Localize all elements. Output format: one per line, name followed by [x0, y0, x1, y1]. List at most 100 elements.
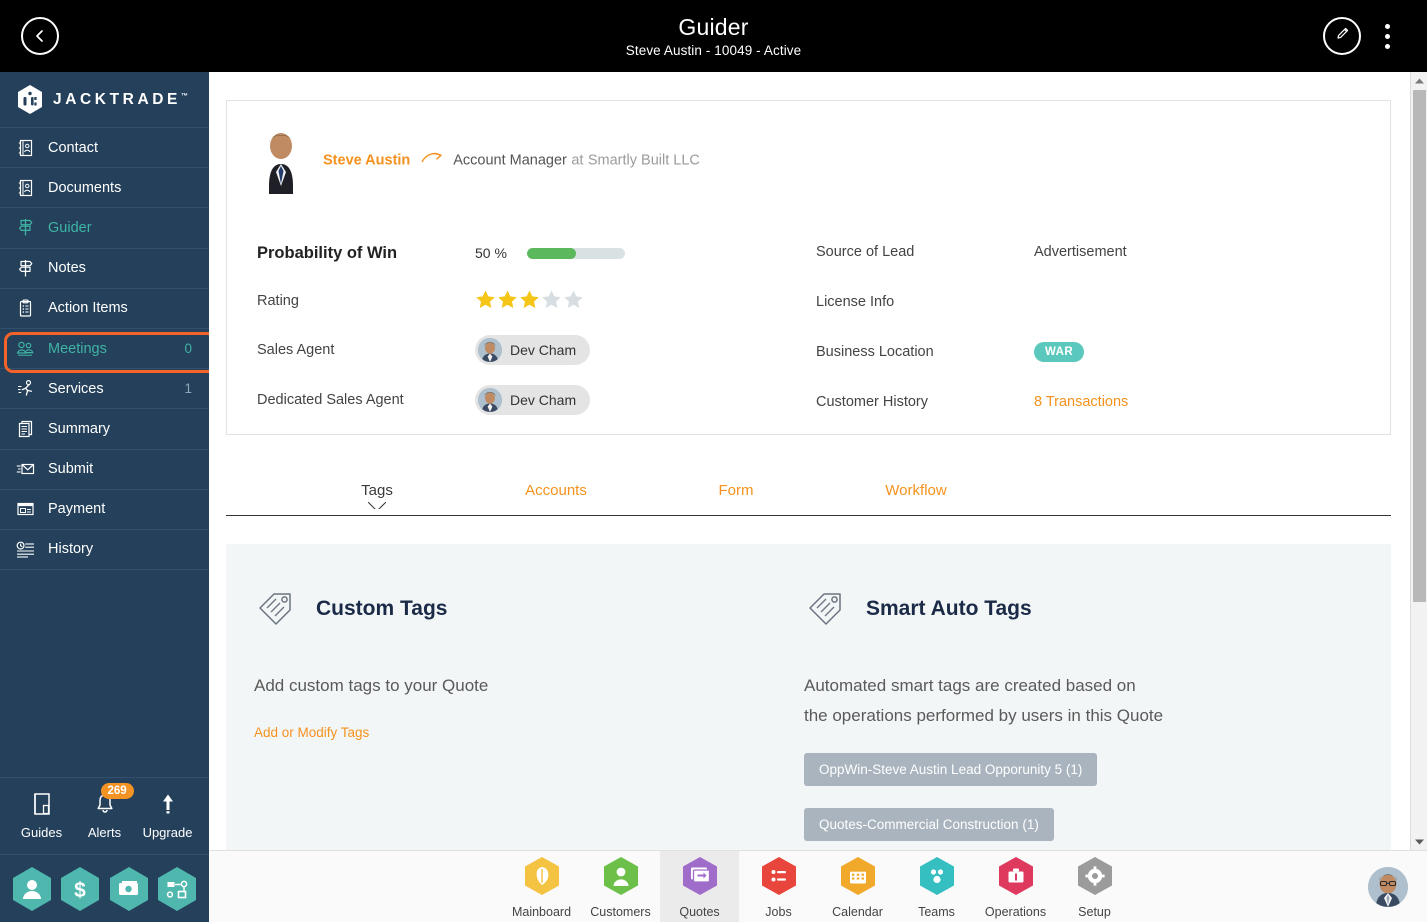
sidebar-item-count: 1 [184, 381, 192, 397]
calendar-icon [837, 855, 879, 902]
sidebar-item-services[interactable]: Services 1 [0, 369, 209, 410]
main-scrollbar[interactable] [1410, 72, 1427, 850]
sidebar-item-label: Submit [48, 461, 94, 478]
star-icon[interactable] [519, 289, 540, 314]
smart-auto-tag[interactable]: OppWin-Steve Austin Lead Opporunity 5 (1… [804, 753, 1098, 786]
bottom-nav-teams[interactable]: Teams [897, 851, 976, 922]
history-clock-icon [16, 540, 35, 559]
scrollbar-thumb[interactable] [1413, 90, 1426, 602]
sidebar-item-label: Meetings [48, 340, 107, 357]
quick-action-money[interactable] [108, 866, 150, 912]
bottom-nav-calendar[interactable]: Calendar [818, 851, 897, 922]
tab-accounts[interactable]: Accounts [496, 472, 616, 499]
bottom-nav-label: Mainboard [511, 905, 572, 919]
sidebar-item-label: History [48, 541, 94, 558]
field-row: License Info [816, 277, 1336, 327]
content-tabs: Tags Accounts Form Workflow [226, 472, 1391, 516]
quotes-icon [679, 855, 721, 902]
tab-workflow[interactable]: Workflow [856, 472, 976, 499]
svg-text:$: $ [75, 879, 87, 902]
smart-auto-tag[interactable]: Quotes-Commercial Construction (1) [804, 808, 1054, 841]
brand-name: JACKTRADE™ [53, 90, 188, 108]
sidebar-item-action-items[interactable]: Action Items [0, 289, 209, 329]
avatar[interactable] [1368, 867, 1408, 907]
bottom-nav-mainboard[interactable]: Mainboard [502, 851, 581, 922]
sidebar-item-notes[interactable]: Notes [0, 249, 209, 289]
smart-auto-tags-header: Smart Auto Tags [804, 584, 1364, 633]
customer-history-link[interactable]: 8 Transactions [1034, 394, 1128, 410]
field-value: WAR [1034, 342, 1085, 362]
edit-button[interactable] [1323, 17, 1361, 55]
tab-form[interactable]: Form [676, 472, 796, 499]
tab-label: Accounts [525, 482, 587, 499]
status-badge: WAR [1034, 342, 1085, 362]
sidebar-item-label: Action Items [48, 300, 128, 317]
operations-icon [995, 855, 1037, 902]
sidebar-quick-actions: $ [0, 855, 209, 922]
star-icon[interactable] [563, 289, 584, 314]
star-icon[interactable] [541, 289, 562, 314]
sidebar-item-summary[interactable]: Summary [0, 409, 209, 450]
field-label: Rating [257, 293, 299, 309]
scroll-down-icon[interactable] [1411, 833, 1427, 850]
sidebar-item-submit[interactable]: Submit [0, 450, 209, 490]
kebab-dot [1384, 43, 1390, 49]
bottom-nav-label: Calendar [832, 905, 883, 919]
sidebar-footer-label: Upgrade [142, 825, 193, 840]
quick-action-workflow[interactable] [156, 866, 198, 912]
sidebar-item-meetings[interactable]: Meetings 0 [0, 329, 209, 370]
scroll-up-icon[interactable] [1411, 72, 1427, 89]
sidebar-item-label: Contact [48, 139, 98, 156]
star-icon[interactable] [475, 289, 496, 314]
customers-icon [600, 855, 642, 902]
field-value: 50 % [475, 245, 625, 261]
person-text: Steve Austin Account Manager at Smartly … [323, 151, 700, 170]
sidebar-item-label: Services [48, 380, 104, 397]
contact-book-icon [16, 138, 35, 157]
bottom-nav-jobs[interactable]: Jobs [739, 851, 818, 922]
agent-chip[interactable]: Dev Cham [475, 335, 591, 365]
sidebar-item-label: Guider [48, 219, 92, 236]
card-left-fields: Probability of Win 50 % Rating Sales Age… [257, 229, 727, 425]
quick-action-person[interactable] [11, 866, 53, 912]
bottom-nav-customers[interactable]: Customers [581, 851, 660, 922]
sidebar-item-label: Payment [48, 501, 106, 518]
field-row: Probability of Win 50 % [257, 229, 727, 277]
sidebar-footer-label: Guides [20, 825, 63, 840]
bottom-nav-setup[interactable]: Setup [1055, 851, 1134, 922]
bottom-nav-operations[interactable]: Operations [976, 851, 1055, 922]
sidebar-item-guider[interactable]: Guider [0, 208, 209, 249]
tag-icon [804, 584, 848, 633]
sidebar-footer-upgrade[interactable]: Upgrade [137, 792, 199, 840]
field-row: Dedicated Sales Agent Dev Cham [257, 375, 727, 425]
tab-tags[interactable]: Tags [317, 472, 437, 509]
agent-chip[interactable]: Dev Cham [475, 385, 591, 415]
custom-tags-title: Custom Tags [316, 596, 448, 620]
curved-arrow-icon [421, 151, 443, 170]
sidebar-item-documents[interactable]: Documents [0, 168, 209, 209]
setup-gear-icon [1074, 855, 1116, 902]
teams-icon [916, 855, 958, 902]
overflow-menu-button[interactable] [1375, 18, 1399, 54]
sidebar-footer-alerts[interactable]: 269 Alerts [74, 783, 136, 840]
quick-action-dollar[interactable]: $ [59, 866, 101, 912]
brand-logo[interactable]: JACKTRADE™ [0, 72, 209, 128]
bottom-nav-quotes[interactable]: Quotes [660, 851, 739, 922]
rating-stars[interactable] [475, 289, 584, 314]
sidebar-footer-guides[interactable]: Guides [11, 792, 73, 840]
sidebar: JACKTRADE™ Contact Documents Guider Notes Ac… [0, 72, 216, 922]
star-icon[interactable] [497, 289, 518, 314]
kebab-dot [1384, 33, 1390, 39]
sidebar-item-payment[interactable]: Payment [0, 490, 209, 530]
card-right-fields: Source of Lead Advertisement License Info… [816, 227, 1336, 427]
field-text: Advertisement [1034, 244, 1127, 260]
person-name: Steve Austin [323, 152, 411, 169]
sidebar-item-contact[interactable]: Contact [0, 128, 209, 169]
probability-progress-bar [527, 247, 625, 259]
sidebar-item-label: Notes [48, 260, 86, 277]
sidebar-nav-list: Contact Documents Guider Notes Action Items M… [0, 128, 209, 571]
sidebar-item-history[interactable]: History [0, 530, 209, 571]
kebab-dot [1384, 23, 1390, 29]
person-photo [257, 126, 305, 194]
add-or-modify-tags-link[interactable]: Add or Modify Tags [254, 725, 774, 740]
